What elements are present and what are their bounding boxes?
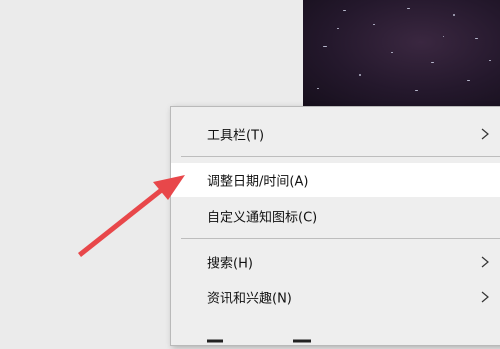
menu-separator bbox=[181, 238, 500, 239]
menu-item-label: 自定义通知图标(C) bbox=[207, 210, 318, 226]
wallpaper-star bbox=[489, 60, 491, 61]
wallpaper-star bbox=[359, 74, 361, 76]
wallpaper-star bbox=[323, 46, 327, 47]
annotation-arrow-shaft bbox=[78, 188, 163, 257]
chevron-right-icon bbox=[481, 256, 489, 268]
wallpaper-star bbox=[431, 62, 434, 63]
menu-item-partial-cutoff[interactable] bbox=[171, 315, 500, 349]
menu-item-search[interactable]: 搜索(H) bbox=[171, 245, 500, 279]
wallpaper-star bbox=[467, 80, 470, 81]
wallpaper-star bbox=[373, 24, 375, 25]
wallpaper-star bbox=[343, 10, 346, 11]
menu-item-label: 调整日期/时间(A) bbox=[207, 174, 309, 190]
menu-item-label: 工具栏(T) bbox=[207, 128, 265, 144]
menu-item-adjust-date-time[interactable]: 调整日期/时间(A) bbox=[171, 163, 500, 197]
menu-item-news-and-interests[interactable]: 资讯和兴趣(N) bbox=[171, 280, 500, 314]
menu-separator bbox=[181, 156, 500, 157]
taskbar-context-menu: 工具栏(T) 调整日期/时间(A) 自定义通知图标(C) 搜索(H) 资讯和兴趣… bbox=[170, 106, 500, 346]
menu-item-label: 资讯和兴趣(N) bbox=[207, 291, 292, 307]
menu-item-label-cutoff bbox=[207, 332, 311, 347]
chevron-right-icon bbox=[481, 128, 489, 140]
menu-item-label: 搜索(H) bbox=[207, 256, 253, 272]
wallpaper-star bbox=[407, 8, 410, 9]
wallpaper-star bbox=[475, 38, 478, 39]
menu-item-customize-notification-icons[interactable]: 自定义通知图标(C) bbox=[171, 199, 500, 233]
chevron-right-icon bbox=[481, 291, 489, 303]
wallpaper-star bbox=[415, 90, 418, 91]
menu-item-toolbars[interactable]: 工具栏(T) bbox=[171, 117, 500, 151]
wallpaper-star bbox=[337, 28, 339, 29]
desktop-wallpaper bbox=[303, 0, 500, 106]
wallpaper-star bbox=[453, 14, 455, 16]
wallpaper-star bbox=[391, 52, 393, 53]
wallpaper-star bbox=[443, 36, 444, 37]
wallpaper-star bbox=[317, 88, 319, 89]
